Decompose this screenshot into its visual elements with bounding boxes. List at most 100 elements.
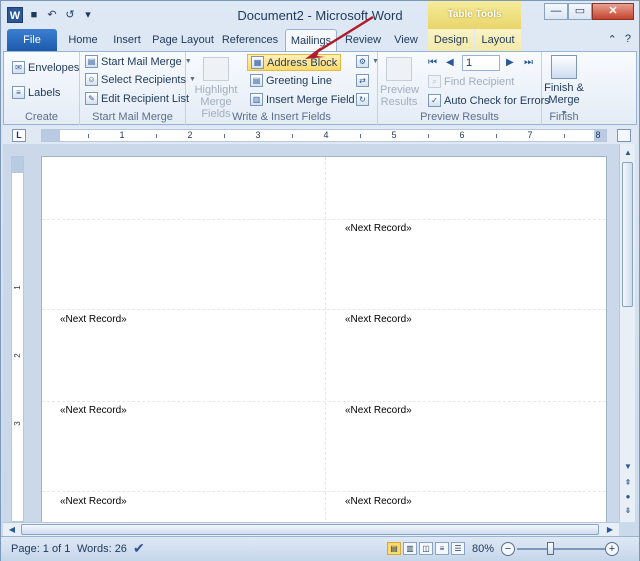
scroll-left-icon[interactable]: ◀ bbox=[5, 523, 19, 536]
group-finish: Finish & Merge ▼ Finish bbox=[542, 52, 586, 125]
tab-insert[interactable]: Insert bbox=[107, 29, 147, 51]
table-gridline bbox=[42, 219, 606, 220]
zoom-slider-track[interactable] bbox=[517, 548, 605, 550]
tab-view[interactable]: View bbox=[389, 29, 423, 51]
zoom-out-button[interactable]: − bbox=[501, 542, 515, 556]
print-layout-view-icon[interactable]: ▤ bbox=[387, 542, 401, 555]
scroll-up-icon[interactable]: ▲ bbox=[621, 146, 635, 160]
table-gridline bbox=[325, 157, 326, 522]
help-icon[interactable]: ? bbox=[625, 33, 631, 46]
select-recipients-label: Select Recipients bbox=[101, 73, 186, 86]
first-record-icon[interactable]: ⏮ bbox=[428, 57, 437, 68]
tab-selector-button[interactable]: L bbox=[12, 129, 26, 142]
next-record-field[interactable]: «Next Record» bbox=[60, 314, 127, 325]
previous-record-icon[interactable]: ◀ bbox=[446, 57, 454, 68]
table-gridline bbox=[42, 491, 606, 492]
collapse-ribbon-icon[interactable]: ⌃ bbox=[608, 33, 617, 46]
page-count[interactable]: Page: 1 of 1 bbox=[11, 543, 70, 555]
group-label-write-insert: Write & Insert Fields bbox=[232, 111, 331, 123]
next-record-field[interactable]: «Next Record» bbox=[60, 405, 127, 416]
greeting-line-icon: ▤ bbox=[250, 74, 263, 87]
group-create: ✉ Envelopes ≡ Labels Create bbox=[4, 52, 80, 125]
word-count[interactable]: Words: 26 bbox=[77, 543, 127, 555]
tab-design[interactable]: Design bbox=[428, 29, 474, 51]
group-start-mail-merge: ▤ Start Mail Merge ▼ ☺ Select Recipients… bbox=[80, 52, 196, 125]
next-record-field[interactable]: «Next Record» bbox=[345, 223, 412, 234]
match-fields-button[interactable]: ⇄ bbox=[356, 74, 369, 87]
vruler-number: 1 bbox=[13, 285, 22, 290]
edit-recipient-list-button[interactable]: ✎ Edit Recipient List bbox=[85, 92, 189, 105]
full-screen-reading-icon[interactable]: ▥ bbox=[403, 542, 417, 555]
top-margin-marker[interactable] bbox=[12, 157, 23, 173]
vruler-number: 2 bbox=[13, 353, 22, 358]
match-fields-icon: ⇄ bbox=[356, 74, 369, 87]
greeting-line-button[interactable]: ▤ Greeting Line bbox=[250, 74, 332, 87]
ruler-tick bbox=[428, 134, 429, 138]
insert-merge-field-button[interactable]: ▥ Insert Merge Field ▼ bbox=[250, 93, 365, 106]
proofing-icon[interactable]: ✔ bbox=[133, 540, 145, 557]
update-labels-button[interactable]: ↻ bbox=[356, 93, 369, 106]
mail-merge-icon: ▤ bbox=[85, 55, 98, 68]
previous-page-icon[interactable]: ⇞ bbox=[621, 476, 635, 490]
tab-review[interactable]: Review bbox=[341, 29, 385, 51]
close-button[interactable]: ✕ bbox=[592, 3, 634, 20]
web-layout-icon[interactable]: ◫ bbox=[419, 542, 433, 555]
address-block-button[interactable]: ▦ Address Block bbox=[247, 54, 342, 71]
status-bar: Page: 1 of 1 Words: 26 ✔ ▤ ▥ ◫ ≡ ☰ 80% −… bbox=[1, 536, 639, 561]
horizontal-scrollbar[interactable]: ◀ ▶ bbox=[3, 522, 619, 536]
ruler-number: 3 bbox=[255, 130, 261, 140]
next-record-field[interactable]: «Next Record» bbox=[345, 314, 412, 325]
maximize-button[interactable]: ▭ bbox=[568, 3, 592, 20]
horizontal-ruler[interactable]: 1 2 3 4 5 6 7 8 bbox=[41, 129, 607, 142]
left-margin-marker[interactable] bbox=[42, 130, 60, 141]
labels-button[interactable]: ≡ Labels bbox=[12, 86, 60, 99]
next-record-field[interactable]: «Next Record» bbox=[345, 405, 412, 416]
zoom-in-button[interactable]: + bbox=[605, 542, 619, 556]
highlight-icon bbox=[203, 57, 229, 81]
preview-results-button[interactable]: Preview Results bbox=[380, 57, 420, 108]
insert-merge-field-label: Insert Merge Field bbox=[266, 93, 355, 106]
vertical-ruler[interactable]: 1 2 3 bbox=[11, 156, 24, 522]
tab-references[interactable]: References bbox=[219, 29, 281, 51]
ribbon: ✉ Envelopes ≡ Labels Create ▤ Start Mail… bbox=[3, 51, 637, 125]
ruler-tick bbox=[360, 134, 361, 138]
tab-home[interactable]: Home bbox=[63, 29, 103, 51]
group-label-finish: Finish bbox=[549, 111, 579, 123]
start-mail-merge-button[interactable]: ▤ Start Mail Merge ▼ bbox=[85, 55, 192, 68]
next-record-field[interactable]: «Next Record» bbox=[60, 496, 127, 507]
zoom-slider-thumb[interactable] bbox=[547, 542, 554, 555]
tab-layout[interactable]: Layout bbox=[475, 29, 521, 51]
group-write-insert-fields: Highlight Merge Fields ▦ Address Block ▤… bbox=[186, 52, 379, 125]
auto-check-errors-button[interactable]: ✓ Auto Check for Errors bbox=[428, 94, 550, 107]
vertical-scrollbar[interactable]: ▲ ▼ ⇞ ● ⇟ bbox=[619, 144, 635, 522]
draft-view-icon[interactable]: ☰ bbox=[451, 542, 465, 555]
browse-object-icon[interactable]: ● bbox=[621, 490, 635, 504]
last-record-icon[interactable]: ⏭ bbox=[524, 57, 533, 68]
tab-file[interactable]: File bbox=[7, 29, 57, 51]
preview-label-1: Preview bbox=[380, 84, 420, 96]
next-page-icon[interactable]: ⇟ bbox=[621, 504, 635, 518]
finish-label-2: Merge bbox=[548, 94, 580, 106]
zoom-level[interactable]: 80% bbox=[472, 543, 494, 555]
tab-mailings[interactable]: Mailings bbox=[285, 29, 337, 51]
horizontal-scroll-thumb[interactable] bbox=[21, 524, 599, 535]
document-page[interactable]: «Next Record» «Next Record» «Next Record… bbox=[41, 156, 607, 522]
rules-button[interactable]: ⚙ ▼ bbox=[356, 55, 379, 68]
find-recipient-button[interactable]: ⌕ Find Recipient bbox=[428, 75, 514, 88]
scroll-down-icon[interactable]: ▼ bbox=[621, 460, 635, 474]
select-recipients-button[interactable]: ☺ Select Recipients ▼ bbox=[85, 73, 196, 86]
outline-view-icon[interactable]: ≡ bbox=[435, 542, 449, 555]
tab-page-layout[interactable]: Page Layout bbox=[151, 29, 215, 51]
scroll-right-icon[interactable]: ▶ bbox=[603, 523, 617, 536]
record-number-input[interactable]: 1 bbox=[462, 55, 500, 71]
envelopes-button[interactable]: ✉ Envelopes bbox=[12, 61, 79, 74]
address-block-label: Address Block bbox=[267, 56, 338, 69]
ruler-tick bbox=[156, 134, 157, 138]
finish-merge-icon bbox=[551, 55, 577, 79]
next-record-field[interactable]: «Next Record» bbox=[345, 496, 412, 507]
document-area: 1 2 3 «Next Record» «Next Record» «Next … bbox=[3, 144, 619, 522]
view-ruler-button[interactable] bbox=[617, 129, 631, 142]
next-record-icon[interactable]: ▶ bbox=[506, 57, 514, 68]
minimize-button[interactable]: — bbox=[544, 3, 568, 20]
vertical-scroll-thumb[interactable] bbox=[622, 162, 633, 307]
